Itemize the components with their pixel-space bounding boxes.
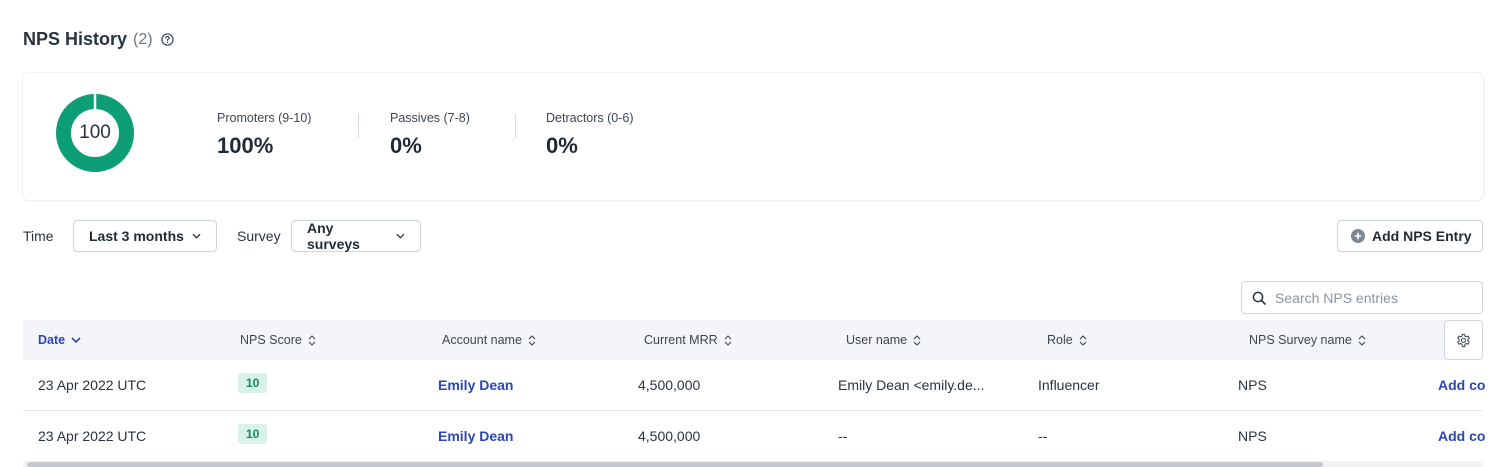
- help-icon[interactable]: [160, 33, 174, 46]
- nps-table: Date NPS Score Account name Current MRR …: [23, 320, 1485, 462]
- gear-icon: [1457, 333, 1470, 347]
- table-row[interactable]: 23 Apr 2022 UTC 10 Emily Dean 4,500,000 …: [23, 411, 1485, 462]
- column-label: Current MRR: [644, 333, 718, 347]
- section-header: NPS History (2): [23, 29, 174, 50]
- score-badge: 10: [238, 424, 268, 444]
- table-row[interactable]: 23 Apr 2022 UTC 10 Emily Dean 4,500,000 …: [23, 360, 1485, 411]
- column-settings-button[interactable]: [1444, 320, 1483, 360]
- divider: [515, 114, 516, 138]
- cell-user-name: Emily Dean <emily.de...: [838, 360, 984, 410]
- sort-icon: [913, 334, 921, 346]
- column-header-date[interactable]: Date: [38, 320, 81, 360]
- add-comment-link[interactable]: Add co: [1438, 360, 1485, 410]
- column-label: Account name: [442, 333, 522, 347]
- survey-filter-label: Survey: [237, 228, 281, 244]
- time-filter-value: Last 3 months: [89, 228, 184, 244]
- cell-nps-survey-name: NPS: [1238, 428, 1267, 444]
- cell-date: 23 Apr 2022 UTC: [38, 428, 147, 444]
- column-header-role[interactable]: Role: [1047, 320, 1087, 360]
- metric-passives: Passives (7-8) 0%: [390, 111, 470, 159]
- metric-label: Promoters (9-10): [217, 111, 312, 125]
- entry-count: (2): [133, 30, 153, 48]
- cell-nps-survey-name: NPS: [1238, 377, 1267, 393]
- sort-icon: [308, 334, 316, 346]
- column-label: User name: [846, 333, 908, 347]
- sort-icon: [724, 334, 732, 346]
- cell-nps-score: 10: [238, 411, 268, 461]
- search-icon: [1252, 291, 1266, 305]
- metric-value: 0%: [546, 133, 578, 158]
- scrollbar-thumb[interactable]: [27, 462, 1323, 467]
- time-filter-dropdown[interactable]: Last 3 months: [73, 220, 217, 252]
- chevron-down-icon: [396, 233, 405, 239]
- cell-date: 23 Apr 2022 UTC: [38, 377, 147, 393]
- horizontal-scrollbar[interactable]: [23, 461, 1483, 467]
- metric-label: Passives (7-8): [390, 111, 470, 125]
- time-filter-label: Time: [23, 228, 54, 244]
- cell-user-name: --: [838, 411, 847, 461]
- search-input[interactable]: [1275, 289, 1465, 306]
- metric-promoters: Promoters (9-10) 100%: [217, 111, 311, 159]
- add-comment-link[interactable]: Add co: [1438, 411, 1485, 461]
- user-name-text: Emily Dean <emily.de...: [838, 377, 985, 393]
- account-name-link[interactable]: Emily Dean: [438, 360, 513, 410]
- metric-detractors: Detractors (0-6) 0%: [546, 111, 634, 159]
- cell-current-mrr: 4,500,000: [638, 428, 701, 444]
- nps-summary-card: 100 Promoters (9-10) 100% Passives (7-8)…: [23, 73, 1483, 200]
- cell-role: Influencer: [1038, 377, 1100, 393]
- search-box[interactable]: [1241, 281, 1483, 314]
- sort-icon: [528, 334, 536, 346]
- chevron-down-icon: [192, 233, 201, 239]
- user-name-text: --: [838, 428, 848, 444]
- table-header: Date NPS Score Account name Current MRR …: [23, 320, 1483, 360]
- column-header-nps-survey-name[interactable]: NPS Survey name: [1249, 320, 1366, 360]
- metric-value: 100%: [217, 133, 274, 158]
- cell-role: --: [1038, 428, 1048, 444]
- score-badge: 10: [238, 373, 268, 393]
- survey-filter-dropdown[interactable]: Any surveys: [291, 220, 421, 252]
- column-header-account-name[interactable]: Account name: [442, 320, 536, 360]
- nps-score: 100: [79, 122, 111, 143]
- survey-filter-value: Any surveys: [307, 220, 360, 252]
- column-header-current-mrr[interactable]: Current MRR: [644, 320, 732, 360]
- column-label: Role: [1047, 333, 1073, 347]
- chevron-down-icon: [71, 337, 81, 343]
- add-nps-entry-button[interactable]: Add NPS Entry: [1337, 220, 1483, 252]
- page-title: NPS History: [23, 29, 128, 49]
- add-nps-entry-label: Add NPS Entry: [1372, 228, 1472, 244]
- metric-value: 0%: [390, 133, 422, 158]
- column-header-nps-score[interactable]: NPS Score: [240, 320, 316, 360]
- plus-circle-icon: [1351, 229, 1365, 243]
- column-header-user-name[interactable]: User name: [846, 320, 921, 360]
- cell-nps-score: 10: [238, 360, 268, 410]
- account-name-link[interactable]: Emily Dean: [438, 411, 513, 461]
- column-label: NPS Survey name: [1249, 333, 1352, 347]
- column-label: Date: [38, 333, 66, 347]
- metric-label: Detractors (0-6): [546, 111, 634, 125]
- divider: [358, 114, 359, 138]
- cell-current-mrr: 4,500,000: [638, 377, 701, 393]
- column-label: NPS Score: [240, 333, 302, 347]
- sort-icon: [1079, 334, 1087, 346]
- sort-icon: [1358, 334, 1366, 346]
